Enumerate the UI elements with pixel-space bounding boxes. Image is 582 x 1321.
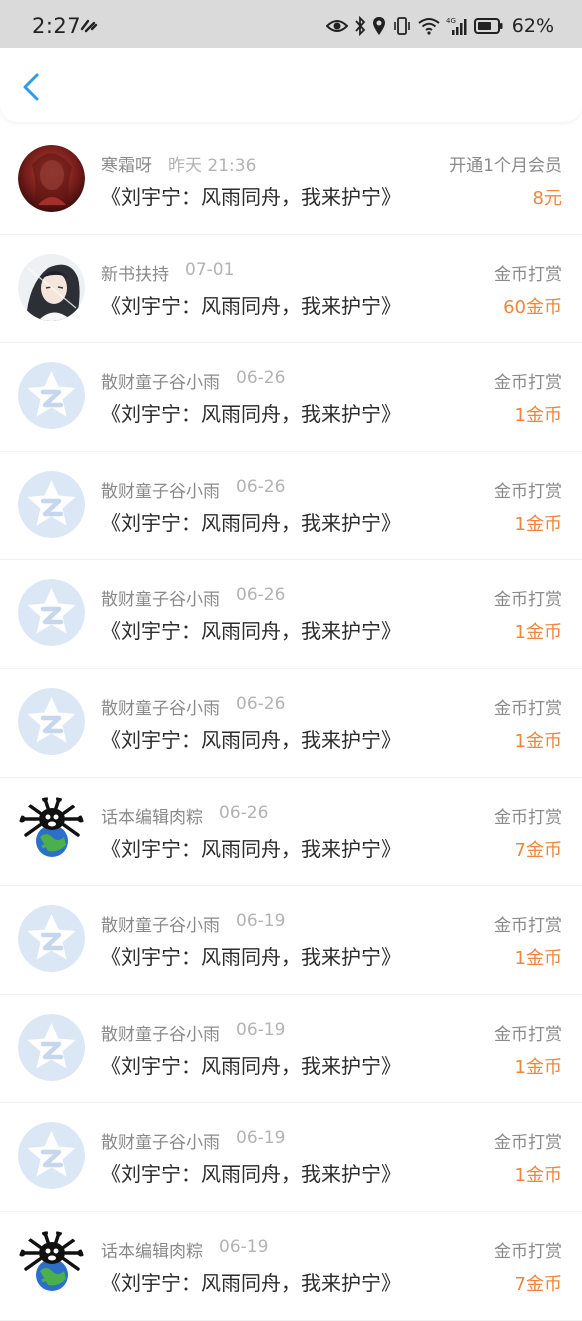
chevron-left-icon <box>23 73 39 101</box>
signal-icon: 4G <box>446 16 468 36</box>
location-icon <box>372 16 386 36</box>
reward-date: 06-19 <box>236 1019 286 1040</box>
reward-type: 开通1个月会员 <box>449 156 562 176</box>
reward-type: 金币打赏 <box>494 807 562 828</box>
reward-type: 金币打赏 <box>494 1024 562 1045</box>
reward-amount: 7金币 <box>514 839 562 861</box>
reward-date: 昨天 21:36 <box>168 156 257 176</box>
status-icons: 4G 62% <box>325 14 554 38</box>
reward-date: 06-19 <box>219 1236 269 1257</box>
list-item[interactable]: 散财童子谷小雨 06-19 《刘宇宁：风雨同舟，我来护宁》 金币打赏 1金币 <box>0 886 582 995</box>
user-name[interactable]: 散财童子谷小雨 <box>101 694 220 719</box>
reward-type: 金币打赏 <box>494 590 562 611</box>
avatar[interactable] <box>18 253 85 321</box>
user-name[interactable]: 话本编辑肉粽 <box>101 1237 203 1262</box>
battery-percentage: 62% <box>511 15 554 37</box>
book-title: 《刘宇宁：风雨同舟，我来护宁》 <box>101 1270 401 1295</box>
avatar[interactable] <box>18 796 85 864</box>
status-bar: 2:27 4G 62% <box>0 0 582 48</box>
user-name[interactable]: 新书扶持 <box>101 260 169 285</box>
svg-text:4G: 4G <box>446 17 456 25</box>
reward-type: 金币打赏 <box>494 373 562 394</box>
reward-date: 06-26 <box>219 802 269 823</box>
book-title: 《刘宇宁：风雨同舟，我来护宁》 <box>101 185 401 209</box>
user-name[interactable]: 散财童子谷小雨 <box>101 477 220 502</box>
book-title: 《刘宇宁：风雨同舟，我来护宁》 <box>101 945 401 970</box>
reward-amount: 1金币 <box>514 1056 562 1078</box>
reward-amount: 7金币 <box>514 1273 562 1295</box>
reward-date: 06-19 <box>236 1128 286 1149</box>
reward-amount: 1金币 <box>514 622 562 644</box>
book-title: 《刘宇宁：风雨同舟，我来护宁》 <box>101 727 401 752</box>
avatar[interactable] <box>18 1013 85 1081</box>
reward-date: 06-26 <box>236 585 286 606</box>
reward-amount: 1金币 <box>514 730 562 752</box>
user-name[interactable]: 散财童子谷小雨 <box>101 1020 220 1045</box>
user-name[interactable]: 散财童子谷小雨 <box>101 368 220 393</box>
list-item[interactable]: 寒霜呀 昨天 21:36 《刘宇宁：风雨同舟，我来护宁》 开通1个月会员 8元 <box>0 126 582 235</box>
avatar[interactable] <box>18 1122 85 1190</box>
header <box>0 48 582 122</box>
reward-amount: 60金币 <box>503 296 562 318</box>
reward-type: 金币打赏 <box>494 264 562 285</box>
user-name[interactable]: 散财童子谷小雨 <box>101 585 220 610</box>
reward-type: 金币打赏 <box>494 698 562 719</box>
reward-date: 07-01 <box>185 259 235 280</box>
reward-amount: 1金币 <box>514 513 562 535</box>
book-title: 《刘宇宁：风雨同舟，我来护宁》 <box>101 510 401 535</box>
list-item[interactable]: 话本编辑肉粽 06-19 《刘宇宁：风雨同舟，我来护宁》 金币打赏 7金币 <box>0 1212 582 1321</box>
reward-date: 06-19 <box>236 911 286 932</box>
reward-type: 金币打赏 <box>494 916 562 937</box>
reward-amount: 1金币 <box>514 405 562 427</box>
book-title: 《刘宇宁：风雨同舟，我来护宁》 <box>101 1053 401 1078</box>
book-title: 《刘宇宁：风雨同舟，我来护宁》 <box>101 293 401 318</box>
book-title: 《刘宇宁：风雨同舟，我来护宁》 <box>101 619 401 644</box>
reward-type: 金币打赏 <box>494 1241 562 1262</box>
list-item[interactable]: 新书扶持 07-01 《刘宇宁：风雨同舟，我来护宁》 金币打赏 60金币 <box>0 235 582 344</box>
reward-date: 06-26 <box>236 368 286 389</box>
avatar[interactable] <box>18 687 85 755</box>
list-item[interactable]: 散财童子谷小雨 06-19 《刘宇宁：风雨同舟，我来护宁》 金币打赏 1金币 <box>0 1103 582 1212</box>
back-button[interactable] <box>14 68 50 104</box>
notification-icon <box>80 18 98 37</box>
user-name[interactable]: 散财童子谷小雨 <box>101 1128 220 1153</box>
wifi-icon <box>418 17 440 35</box>
reward-amount: 8元 <box>532 188 562 209</box>
avatar[interactable] <box>18 1230 85 1298</box>
avatar[interactable] <box>18 362 85 430</box>
reward-list: 寒霜呀 昨天 21:36 《刘宇宁：风雨同舟，我来护宁》 开通1个月会员 8元新书扶持 0… <box>0 126 582 1321</box>
list-item[interactable]: 散财童子谷小雨 06-26 《刘宇宁：风雨同舟，我来护宁》 金币打赏 1金币 <box>0 343 582 452</box>
user-name[interactable]: 散财童子谷小雨 <box>101 911 220 936</box>
reward-date: 06-26 <box>236 476 286 497</box>
eye-icon <box>325 18 348 34</box>
user-name[interactable]: 寒霜呀 <box>101 151 152 176</box>
list-item[interactable]: 散财童子谷小雨 06-26 《刘宇宁：风雨同舟，我来护宁》 金币打赏 1金币 <box>0 560 582 669</box>
avatar[interactable] <box>18 905 85 973</box>
reward-amount: 1金币 <box>514 1165 562 1187</box>
list-item[interactable]: 散财童子谷小雨 06-26 《刘宇宁：风雨同舟，我来护宁》 金币打赏 1金币 <box>0 452 582 561</box>
avatar[interactable] <box>18 470 85 538</box>
list-item[interactable]: 散财童子谷小雨 06-19 《刘宇宁：风雨同舟，我来护宁》 金币打赏 1金币 <box>0 995 582 1104</box>
reward-type: 金币打赏 <box>494 1133 562 1154</box>
reward-date: 06-26 <box>236 693 286 714</box>
status-time: 2:27 <box>32 14 82 38</box>
user-name[interactable]: 话本编辑肉粽 <box>101 803 203 828</box>
vibrate-icon <box>392 16 412 36</box>
list-item[interactable]: 话本编辑肉粽 06-26 《刘宇宁：风雨同舟，我来护宁》 金币打赏 7金币 <box>0 778 582 887</box>
avatar[interactable] <box>18 145 85 212</box>
bluetooth-icon <box>354 16 366 36</box>
book-title: 《刘宇宁：风雨同舟，我来护宁》 <box>101 402 401 427</box>
book-title: 《刘宇宁：风雨同舟，我来护宁》 <box>101 836 401 861</box>
list-item[interactable]: 散财童子谷小雨 06-26 《刘宇宁：风雨同舟，我来护宁》 金币打赏 1金币 <box>0 669 582 778</box>
reward-type: 金币打赏 <box>494 481 562 502</box>
book-title: 《刘宇宁：风雨同舟，我来护宁》 <box>101 1162 401 1187</box>
battery-icon <box>473 17 504 35</box>
avatar[interactable] <box>18 579 85 647</box>
reward-amount: 1金币 <box>514 948 562 970</box>
